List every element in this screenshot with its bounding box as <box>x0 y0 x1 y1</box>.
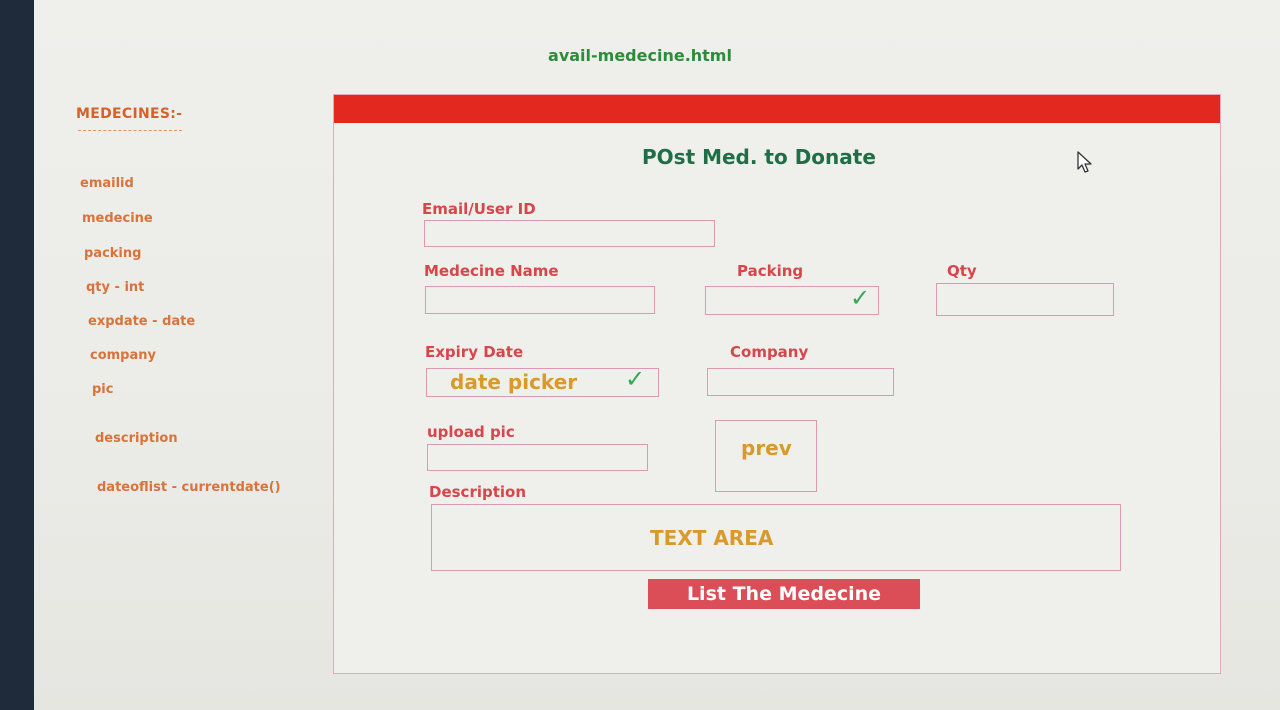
sidebar-field-expdate: expdate - date <box>88 314 196 329</box>
qty-input[interactable] <box>936 283 1114 316</box>
mouse-pointer-icon <box>1076 150 1094 178</box>
expiry-date-label: Expiry Date <box>425 343 524 361</box>
checkmark-icon: ✓ <box>850 284 871 312</box>
form-title: POst Med. to Donate <box>642 145 876 169</box>
packing-label: Packing <box>737 262 804 280</box>
panel-header-bar <box>334 95 1220 123</box>
description-textarea[interactable] <box>431 504 1121 571</box>
sidebar-heading: MEDECINES:- <box>76 106 183 122</box>
sidebar-field-description: description <box>95 431 178 446</box>
medecine-name-input[interactable] <box>425 286 655 314</box>
list-medecine-button[interactable]: List The Medecine <box>648 579 920 609</box>
preview-label: prev <box>741 436 792 460</box>
upload-pic-input[interactable] <box>427 444 648 471</box>
medecine-name-label: Medecine Name <box>424 262 559 280</box>
sidebar-field-company: company <box>90 348 156 363</box>
sidebar-field-emailid: emailid <box>80 176 134 191</box>
expiry-date-hint: date picker <box>450 370 578 394</box>
sidebar-field-dateoflist: dateoflist - currentdate() <box>97 480 281 495</box>
email-label: Email/User ID <box>422 200 536 218</box>
sidebar-field-medecine: medecine <box>82 211 153 226</box>
upload-pic-label: upload pic <box>427 423 515 441</box>
description-hint: TEXT AREA <box>650 526 774 550</box>
qty-label: Qty <box>947 262 977 280</box>
email-input[interactable] <box>424 220 715 247</box>
sidebar-field-packing: packing <box>84 246 142 261</box>
sidebar-field-qty: qty - int <box>86 280 145 295</box>
company-input[interactable] <box>707 368 894 396</box>
company-label: Company <box>730 343 809 361</box>
file-title-text: avail-medecine.html <box>548 46 732 65</box>
sidebar-field-pic: pic <box>92 382 114 397</box>
sidebar-heading-underline <box>78 130 182 131</box>
description-label: Description <box>429 483 527 501</box>
checkmark-icon: ✓ <box>625 365 646 393</box>
